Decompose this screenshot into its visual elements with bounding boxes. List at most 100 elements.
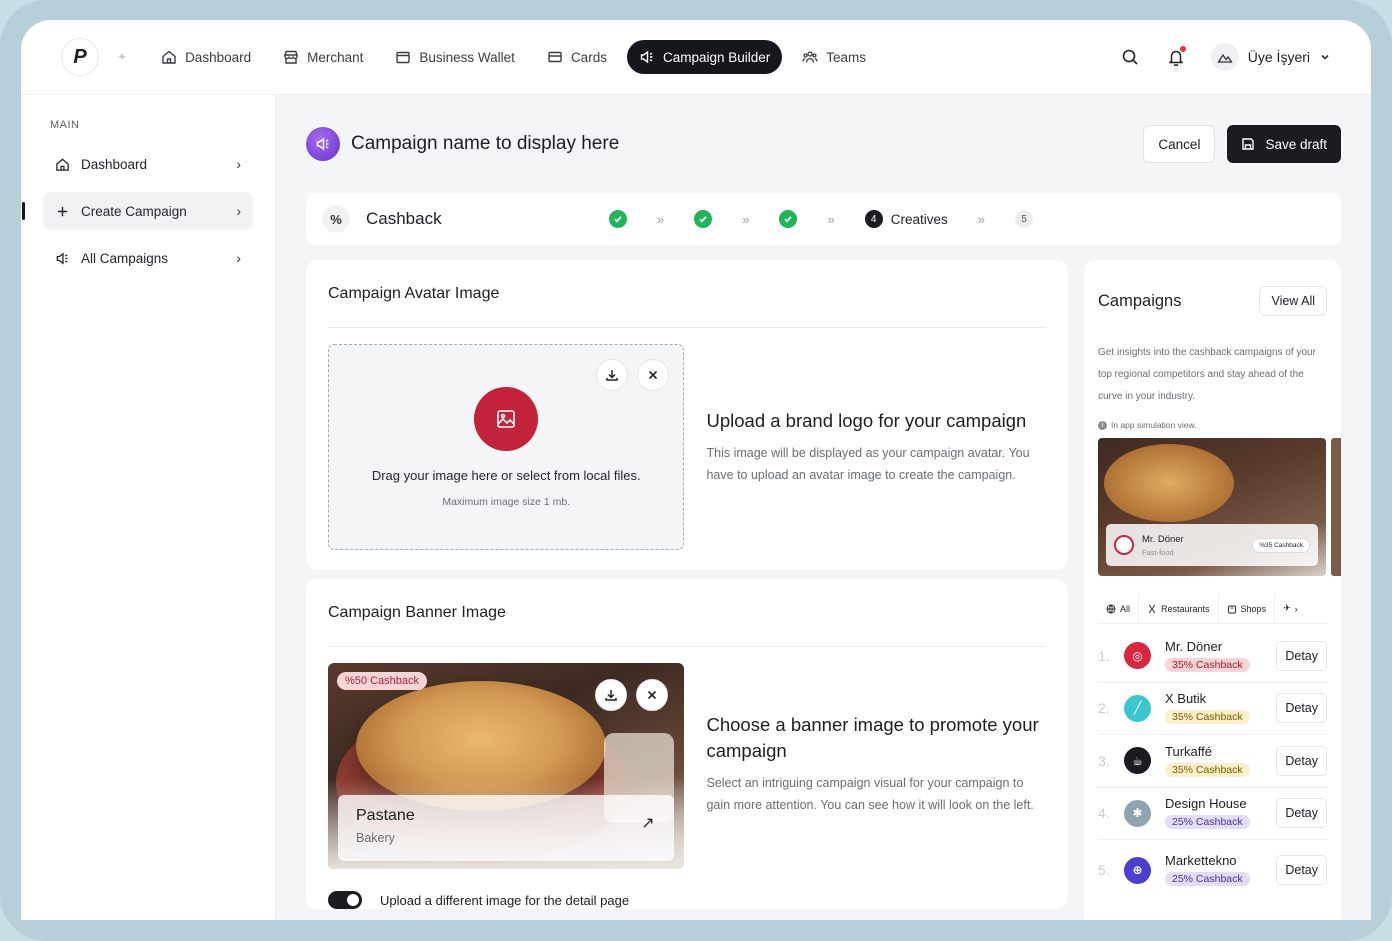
nav-dashboard[interactable]: Dashboard bbox=[149, 40, 263, 74]
avatar-remove-button[interactable] bbox=[637, 359, 670, 391]
preview-brand-logo bbox=[1114, 535, 1134, 555]
detail-button[interactable]: Detay bbox=[1276, 745, 1327, 776]
merchant-name: Turkaffé bbox=[1165, 743, 1212, 759]
step-3-complete[interactable] bbox=[779, 210, 798, 228]
avatar-card-title: Campaign Avatar Image bbox=[328, 260, 1046, 328]
search-button[interactable] bbox=[1119, 46, 1141, 68]
campaign-list: 1. ◎ Mr. Döner 35% Cashback Detay 2. ╱ X… bbox=[1098, 630, 1327, 900]
avatar-info-text: This image will be displayed as your cam… bbox=[706, 446, 1030, 482]
nav-dashboard-label: Dashboard bbox=[185, 49, 252, 65]
merchant-logo: ⊕ bbox=[1124, 856, 1151, 884]
page-title: Campaign name to display here bbox=[351, 133, 620, 154]
avatar-dropzone[interactable]: Drag your image here or select from loca… bbox=[328, 344, 685, 550]
step-4-label: Creatives bbox=[890, 211, 948, 227]
sidebar-item-dashboard[interactable]: Dashboard › bbox=[43, 145, 253, 183]
team-icon bbox=[802, 51, 818, 63]
notification-dot bbox=[1179, 46, 1186, 52]
cashback-badge: 35% Cashback bbox=[1165, 762, 1250, 777]
download-icon bbox=[606, 370, 619, 381]
nav-teams[interactable]: Teams bbox=[790, 40, 878, 74]
detail-button[interactable]: Detay bbox=[1276, 798, 1327, 829]
banner-remove-button[interactable] bbox=[636, 679, 669, 711]
merchant-logo: ✱ bbox=[1124, 799, 1151, 827]
filter-label: Restaurants bbox=[1161, 603, 1210, 614]
step-5-number[interactable]: 5 bbox=[1014, 210, 1033, 228]
merchant-name: Design House bbox=[1165, 796, 1247, 812]
close-icon bbox=[649, 370, 658, 380]
sidebar-item-label: Create Campaign bbox=[81, 203, 187, 219]
globe-icon bbox=[1106, 604, 1116, 613]
sidebar-item-all-campaigns[interactable]: All Campaigns › bbox=[43, 239, 253, 277]
bag-icon bbox=[1227, 605, 1236, 613]
step-1-complete[interactable] bbox=[609, 210, 627, 228]
plane-icon: ✈ bbox=[1283, 603, 1291, 613]
mountain-icon bbox=[1217, 53, 1233, 63]
filter-label: Shops bbox=[1240, 603, 1267, 614]
avatar-image-card: Campaign Avatar Image Drag your image he… bbox=[306, 260, 1068, 570]
store-icon bbox=[284, 50, 298, 64]
utensils-icon bbox=[1148, 604, 1156, 613]
view-all-button[interactable]: View All bbox=[1259, 286, 1327, 316]
top-nav: P ✦ Dashboard Merchant Business Wallet C… bbox=[21, 20, 1371, 95]
banner-label-card: Pastane Bakery ↗ bbox=[338, 795, 675, 861]
next-preview-peek[interactable] bbox=[1331, 438, 1341, 576]
nav-campaign-builder[interactable]: Campaign Builder bbox=[626, 40, 783, 74]
list-item: 1. ◎ Mr. Döner 35% Cashback Detay bbox=[1098, 630, 1327, 683]
app-simulation-preview[interactable]: Mr. Döner Fast-food %35 Cashback bbox=[1098, 438, 1326, 576]
campaigns-panel-title: Campaigns bbox=[1098, 291, 1182, 310]
megaphone-icon bbox=[316, 137, 329, 151]
rank: 3. bbox=[1098, 752, 1110, 769]
preview-category: Fast-food bbox=[1142, 547, 1174, 557]
stepper-title: Cashback bbox=[366, 209, 442, 228]
sidebar: MAIN Dashboard › Create Campaign › All C… bbox=[21, 95, 276, 920]
avatar-download-button[interactable] bbox=[596, 359, 629, 391]
close-icon bbox=[648, 690, 657, 700]
step-4-number[interactable]: 4 bbox=[864, 210, 883, 228]
list-item: 4. ✱ Design House 25% Cashback Detay bbox=[1098, 788, 1327, 840]
cancel-button[interactable]: Cancel bbox=[1143, 125, 1216, 163]
app-window: P ✦ Dashboard Merchant Business Wallet C… bbox=[21, 20, 1371, 920]
card-icon bbox=[548, 51, 562, 63]
dropzone-size-hint: Maximum image size 1 mb. bbox=[442, 496, 571, 508]
notifications-button[interactable] bbox=[1165, 46, 1187, 68]
merchant-logo: ☕ bbox=[1124, 747, 1151, 775]
chevron-down-icon bbox=[1321, 54, 1329, 60]
user-menu[interactable]: Üye İşyeri bbox=[1210, 43, 1331, 71]
nav-business-wallet[interactable]: Business Wallet bbox=[383, 40, 527, 74]
filter-more[interactable]: ✈ › bbox=[1275, 594, 1306, 624]
chevron-right-icon: › bbox=[236, 203, 241, 219]
nav-cards[interactable]: Cards bbox=[535, 40, 619, 74]
banner-image-card: Campaign Banner Image %50 Cashback Pasta… bbox=[306, 579, 1068, 909]
detail-image-toggle[interactable] bbox=[328, 891, 362, 909]
cashback-badge: 35% Cashback bbox=[1165, 710, 1250, 725]
sparkle-icon: ✦ bbox=[117, 50, 128, 64]
main-content: Campaign name to display here Cancel Sav… bbox=[276, 95, 1371, 920]
sidebar-item-create-campaign[interactable]: Create Campaign › bbox=[22, 192, 253, 230]
save-icon bbox=[1242, 138, 1255, 150]
percent-icon: % bbox=[322, 205, 350, 233]
filter-shops[interactable]: Shops bbox=[1219, 593, 1276, 624]
banner-preview[interactable]: %50 Cashback Pastane Bakery ↗ bbox=[328, 663, 685, 869]
preview-photo bbox=[1104, 444, 1234, 522]
detail-button[interactable]: Detay bbox=[1276, 640, 1327, 671]
campaigns-panel: Campaigns View All Get insights into the… bbox=[1084, 260, 1341, 920]
banner-download-button[interactable] bbox=[595, 679, 628, 711]
simulation-note-text: In app simulation view. bbox=[1111, 420, 1197, 430]
megaphone-icon bbox=[56, 252, 68, 264]
filter-restaurants[interactable]: Restaurants bbox=[1139, 593, 1219, 624]
brand-logo[interactable]: P bbox=[61, 38, 99, 76]
check-icon bbox=[614, 216, 622, 223]
save-draft-button[interactable]: Save draft bbox=[1227, 125, 1341, 163]
filter-all[interactable]: All bbox=[1098, 593, 1140, 624]
simulation-note: i In app simulation view. bbox=[1098, 420, 1327, 430]
step-separator: » bbox=[827, 211, 835, 227]
nav-merchant-label: Merchant bbox=[307, 49, 364, 65]
merchant-logo: ╱ bbox=[1124, 694, 1151, 722]
rank: 1. bbox=[1098, 647, 1110, 664]
step-2-complete[interactable] bbox=[694, 210, 713, 228]
image-icon bbox=[497, 410, 516, 428]
nav-cards-label: Cards bbox=[570, 49, 607, 65]
detail-button[interactable]: Detay bbox=[1276, 855, 1327, 885]
nav-merchant[interactable]: Merchant bbox=[271, 40, 375, 74]
detail-button[interactable]: Detay bbox=[1276, 693, 1327, 724]
